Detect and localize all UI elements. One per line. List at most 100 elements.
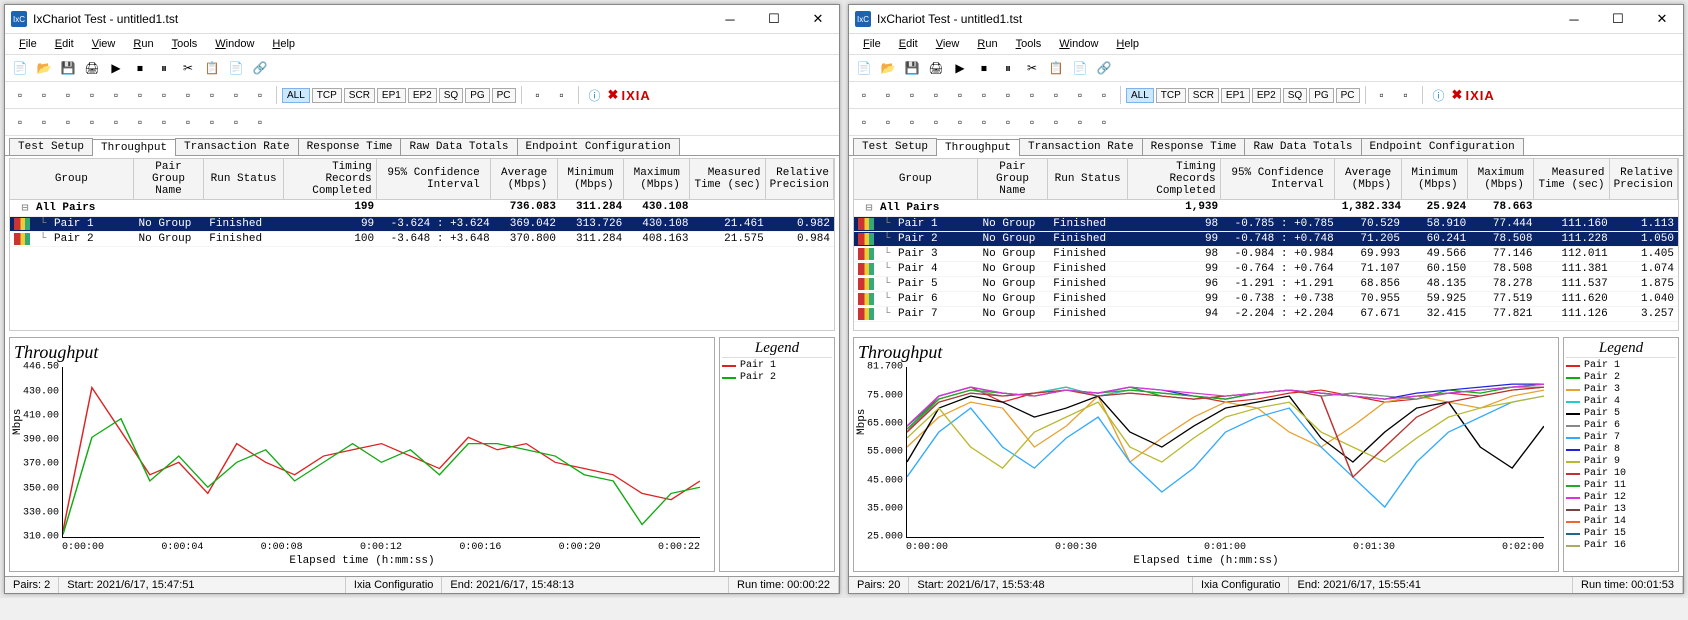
scale1-icon[interactable]: ▫ bbox=[129, 111, 151, 133]
script-icon[interactable]: ▫ bbox=[997, 84, 1019, 106]
close-button[interactable]: ✕ bbox=[1647, 9, 1677, 29]
filter-pc[interactable]: PC bbox=[1336, 88, 1360, 103]
tab-response-time[interactable]: Response Time bbox=[1142, 138, 1246, 155]
print-icon[interactable]: 🖨 bbox=[81, 57, 103, 79]
menu-run[interactable]: Run bbox=[125, 36, 161, 52]
tab-throughput[interactable]: Throughput bbox=[92, 139, 176, 156]
legend-item[interactable]: Pair 11 bbox=[1566, 480, 1676, 492]
legend-item[interactable]: Pair 8 bbox=[1566, 444, 1676, 456]
voip-icon[interactable]: ▫ bbox=[1069, 84, 1091, 106]
stop-icon[interactable]: ⏹ bbox=[129, 57, 151, 79]
filter-all[interactable]: ALL bbox=[1126, 88, 1154, 103]
plot-area[interactable]: 446.50430.00410.00390.00370.00350.00330.… bbox=[62, 367, 700, 538]
col-header[interactable]: Minimum(Mbps) bbox=[558, 159, 624, 199]
legend-item[interactable]: Pair 4 bbox=[1566, 396, 1676, 408]
col-header[interactable]: Timing RecordsCompleted bbox=[284, 159, 377, 199]
import-icon[interactable]: ▫ bbox=[551, 84, 573, 106]
table-row[interactable]: └Pair 5 No GroupFinished 96-1.291 : +1.2… bbox=[854, 277, 1678, 292]
new-icon[interactable]: 📄 bbox=[9, 57, 31, 79]
col-header[interactable]: Minimum(Mbps) bbox=[1402, 159, 1468, 199]
col-header[interactable]: Maximum(Mbps) bbox=[1468, 159, 1534, 199]
col-header[interactable]: Pair GroupName bbox=[134, 159, 205, 199]
export-icon[interactable]: ▫ bbox=[1371, 84, 1393, 106]
copy-icon[interactable]: 📋 bbox=[1045, 57, 1067, 79]
paste-icon[interactable]: 📄 bbox=[225, 57, 247, 79]
pc-icon[interactable]: ▫ bbox=[949, 84, 971, 106]
col-header[interactable]: Pair GroupName bbox=[978, 159, 1049, 199]
filter-sq[interactable]: SQ bbox=[1283, 88, 1307, 103]
filter-ep2[interactable]: EP2 bbox=[1252, 88, 1281, 103]
menu-help[interactable]: Help bbox=[264, 36, 303, 52]
pair-icon[interactable]: 🔗 bbox=[249, 57, 271, 79]
tab-transaction-rate[interactable]: Transaction Rate bbox=[175, 138, 299, 155]
export-icon[interactable]: ▫ bbox=[527, 84, 549, 106]
menu-edit[interactable]: Edit bbox=[891, 36, 926, 52]
pause-icon[interactable]: ⏸ bbox=[997, 57, 1019, 79]
scale3-icon[interactable]: ▫ bbox=[1021, 111, 1043, 133]
save-icon[interactable]: 💾 bbox=[57, 57, 79, 79]
chart4-icon[interactable]: ▫ bbox=[925, 111, 947, 133]
filter-ep1[interactable]: EP1 bbox=[377, 88, 406, 103]
paste-icon[interactable]: 📄 bbox=[1069, 57, 1091, 79]
tab-throughput[interactable]: Throughput bbox=[936, 139, 1020, 156]
tab-endpoint-configuration[interactable]: Endpoint Configuration bbox=[517, 138, 680, 155]
video-icon[interactable]: ▫ bbox=[901, 84, 923, 106]
col-header[interactable]: MeasuredTime (sec) bbox=[1534, 159, 1609, 199]
col-header[interactable]: Run Status bbox=[204, 159, 284, 199]
collapse-icon[interactable]: ⊟ bbox=[14, 201, 36, 215]
print-icon[interactable]: 🖨 bbox=[925, 57, 947, 79]
layout2-icon[interactable]: ▫ bbox=[1069, 111, 1091, 133]
legend-item[interactable]: Pair 12 bbox=[1566, 492, 1676, 504]
filter-pg[interactable]: PG bbox=[1309, 88, 1333, 103]
menu-view[interactable]: View bbox=[928, 36, 968, 52]
ep2-icon[interactable]: ▫ bbox=[877, 84, 899, 106]
layout3-icon[interactable]: ▫ bbox=[249, 111, 271, 133]
chart4-icon[interactable]: ▫ bbox=[81, 111, 103, 133]
pc-icon[interactable]: ▫ bbox=[105, 84, 127, 106]
script-icon[interactable]: ▫ bbox=[153, 84, 175, 106]
clipboard-icon[interactable]: ▫ bbox=[1045, 84, 1067, 106]
col-header[interactable]: 95% ConfidenceInterval bbox=[377, 159, 492, 199]
filter-pg[interactable]: PG bbox=[465, 88, 489, 103]
layout2-icon[interactable]: ▫ bbox=[225, 111, 247, 133]
scale2-icon[interactable]: ▫ bbox=[997, 111, 1019, 133]
filter-tcp[interactable]: TCP bbox=[1156, 88, 1186, 103]
filter-scr[interactable]: SCR bbox=[344, 88, 375, 103]
run-icon[interactable]: ▶ bbox=[105, 57, 127, 79]
legend-item[interactable]: Pair 9 bbox=[1566, 456, 1676, 468]
chart1-icon[interactable]: ▫ bbox=[9, 111, 31, 133]
menu-window[interactable]: Window bbox=[207, 36, 262, 52]
tab-raw-data-totals[interactable]: Raw Data Totals bbox=[1244, 138, 1361, 155]
filter-scr[interactable]: SCR bbox=[1188, 88, 1219, 103]
legend-item[interactable]: Pair 6 bbox=[1566, 420, 1676, 432]
menu-run[interactable]: Run bbox=[969, 36, 1005, 52]
clipboard-icon[interactable]: ▫ bbox=[201, 84, 223, 106]
layout1-icon[interactable]: ▫ bbox=[1045, 111, 1067, 133]
legend-item[interactable]: Pair 3 bbox=[1566, 384, 1676, 396]
import-icon[interactable]: ▫ bbox=[1395, 84, 1417, 106]
group-icon[interactable]: ▫ bbox=[129, 84, 151, 106]
col-header[interactable]: MeasuredTime (sec) bbox=[690, 159, 765, 199]
tab-response-time[interactable]: Response Time bbox=[298, 138, 402, 155]
legend-item[interactable]: Pair 2 bbox=[722, 372, 832, 384]
col-header[interactable]: Timing RecordsCompleted bbox=[1128, 159, 1221, 199]
palette-icon[interactable]: ▫ bbox=[105, 111, 127, 133]
analyze-icon[interactable]: ▫ bbox=[1021, 84, 1043, 106]
scale3-icon[interactable]: ▫ bbox=[177, 111, 199, 133]
ep1-icon[interactable]: ▫ bbox=[853, 84, 875, 106]
palette-icon[interactable]: ▫ bbox=[949, 111, 971, 133]
maximize-button[interactable]: ☐ bbox=[759, 9, 789, 29]
col-header[interactable]: 95% ConfidenceInterval bbox=[1221, 159, 1336, 199]
tab-transaction-rate[interactable]: Transaction Rate bbox=[1019, 138, 1143, 155]
chart3-icon[interactable]: ▫ bbox=[901, 111, 923, 133]
info-icon[interactable]: ⓘ bbox=[1428, 84, 1450, 106]
filter-tcp[interactable]: TCP bbox=[312, 88, 342, 103]
table-row[interactable]: └Pair 1 No GroupFinished 98-0.785 : +0.7… bbox=[854, 217, 1678, 232]
menu-tools[interactable]: Tools bbox=[1008, 36, 1050, 52]
col-header[interactable]: RelativePrecision bbox=[1610, 159, 1678, 199]
tab-raw-data-totals[interactable]: Raw Data Totals bbox=[400, 138, 517, 155]
stop-icon[interactable]: ⏹ bbox=[973, 57, 995, 79]
legend-item[interactable]: Pair 7 bbox=[1566, 432, 1676, 444]
col-header[interactable]: Average(Mbps) bbox=[1335, 159, 1401, 199]
audio-icon[interactable]: ▫ bbox=[925, 84, 947, 106]
